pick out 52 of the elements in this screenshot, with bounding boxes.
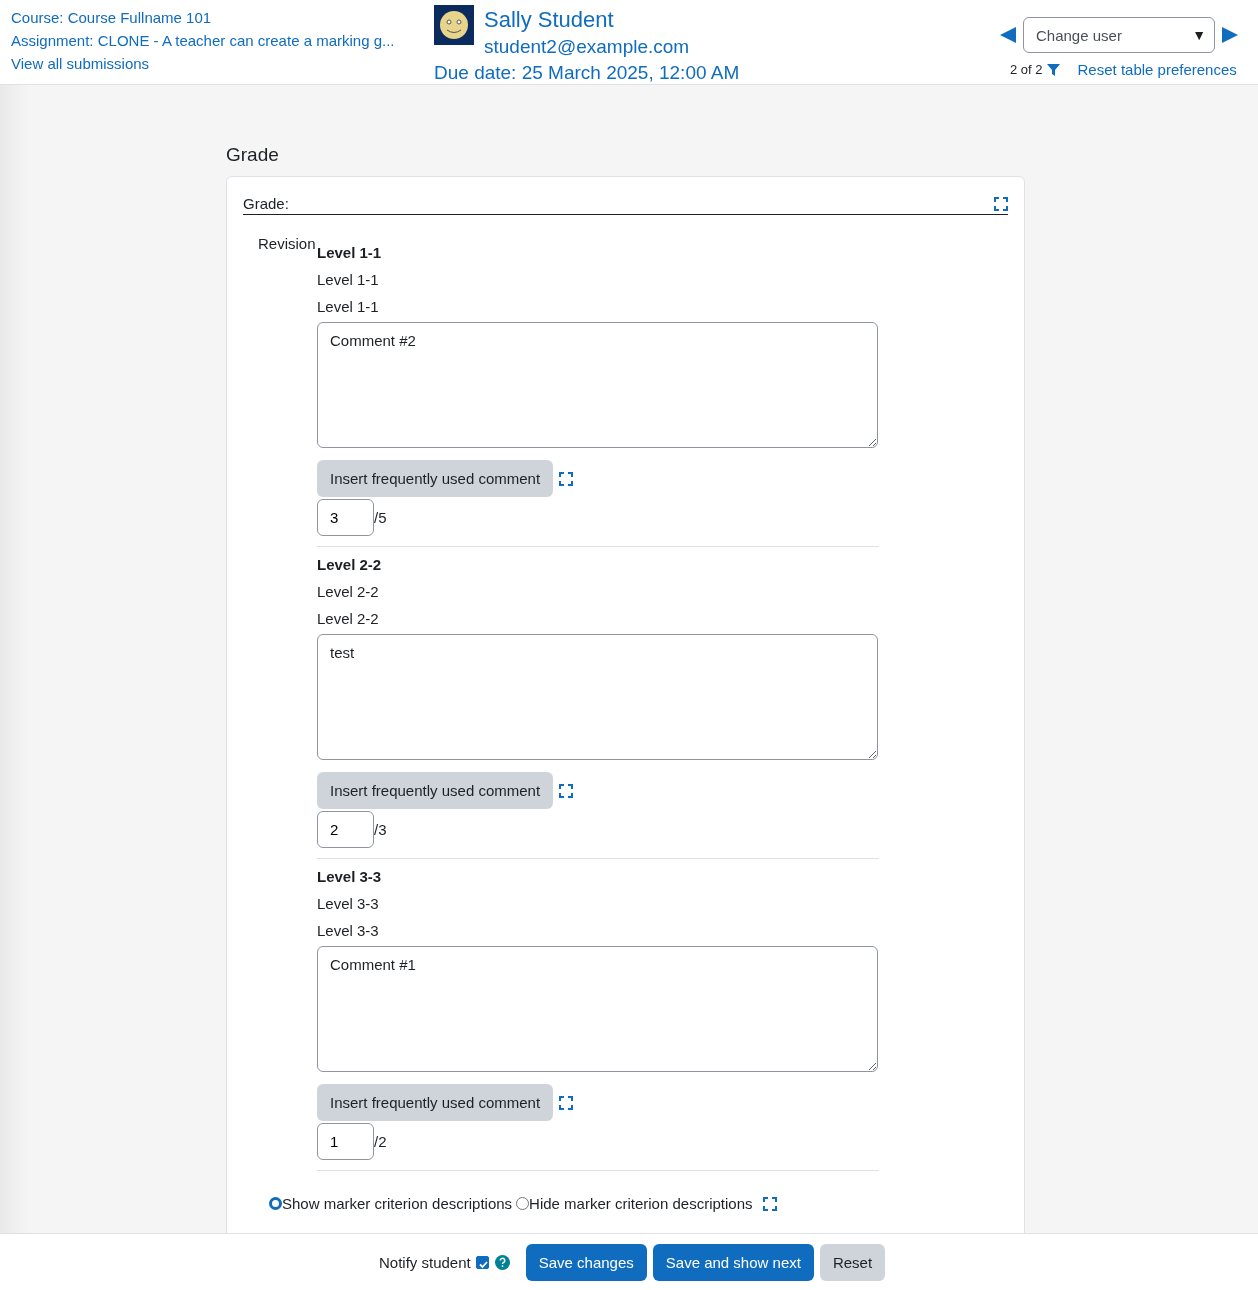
expand-icon[interactable] [762, 1196, 777, 1211]
comment-field[interactable]: Comment #2 [317, 322, 878, 448]
due-date: Due date: 25 March 2025, 12:00 AM [434, 62, 741, 84]
max-score: /5 [374, 509, 387, 526]
expand-icon[interactable] [559, 1095, 574, 1110]
breadcrumb-link[interactable]: Assignment: CLONE - A teacher can create a marking g... [11, 31, 434, 50]
breadcrumb-link[interactable]: View all submissions [11, 54, 434, 73]
action-button[interactable]: Save changes [525, 1243, 647, 1281]
user-avatar [434, 5, 474, 45]
row-label: Revision [258, 235, 317, 254]
action-button[interactable]: Save and show next [652, 1243, 814, 1281]
score-field[interactable]: 2 [317, 811, 374, 848]
action-button[interactable]: Reset [819, 1243, 886, 1281]
filter-icon[interactable] [1046, 63, 1060, 76]
criterion-title: Level 3-3 [317, 867, 383, 887]
criterion-description: Level 1-1 [317, 270, 380, 290]
user-position: 2 of 2 [1010, 62, 1043, 77]
help-icon[interactable] [494, 1254, 510, 1270]
radio-button[interactable] [269, 1197, 282, 1210]
insert-comment-button[interactable]: Insert frequently used comment [317, 1084, 554, 1121]
score-field[interactable]: 1 [317, 1123, 374, 1160]
notify-checkbox[interactable] [475, 1255, 489, 1269]
notify-label: Notify student [379, 1253, 471, 1271]
user-email-link[interactable]: student2@example.com [484, 35, 690, 59]
marker-description: Level 2-2 [317, 609, 380, 629]
reset-preferences-link[interactable]: Reset table preferences [1077, 61, 1237, 78]
grade-legend: Grade: [243, 195, 289, 212]
comment-field[interactable]: Comment #1 [317, 946, 878, 1072]
criterion-description: Level 3-3 [317, 894, 380, 914]
max-score: /3 [374, 821, 387, 838]
insert-comment-button[interactable]: Insert frequently used comment [317, 772, 554, 809]
breadcrumb-link[interactable]: Course: Course Fullname 101 [11, 8, 434, 27]
max-score: /2 [374, 1133, 387, 1150]
insert-comment-button[interactable]: Insert frequently used comment [317, 460, 554, 497]
criterion-description: Level 2-2 [317, 582, 380, 602]
score-field[interactable]: 3 [317, 499, 374, 536]
previous-user-icon[interactable] [999, 26, 1017, 44]
comment-field[interactable]: test [317, 634, 878, 760]
caret-icon: ▼ [1192, 27, 1206, 43]
radio-label: Show marker criterion descriptions [282, 1195, 513, 1212]
marker-description: Level 1-1 [317, 297, 380, 317]
user-name-link[interactable]: Sally Student [484, 5, 690, 35]
expand-icon[interactable] [559, 783, 574, 798]
expand-icon[interactable] [994, 196, 1008, 211]
next-user-icon[interactable] [1221, 26, 1239, 44]
marker-description: Level 3-3 [317, 921, 380, 941]
criterion-title: Level 1-1 [317, 243, 383, 263]
section-heading: Grade [226, 143, 280, 167]
criterion-title: Level 2-2 [317, 555, 383, 575]
expand-icon[interactable] [559, 471, 574, 486]
radio-label: Hide marker criterion descriptions [529, 1195, 753, 1212]
change-user-dropdown[interactable]: Change user ▼ [1023, 17, 1215, 53]
